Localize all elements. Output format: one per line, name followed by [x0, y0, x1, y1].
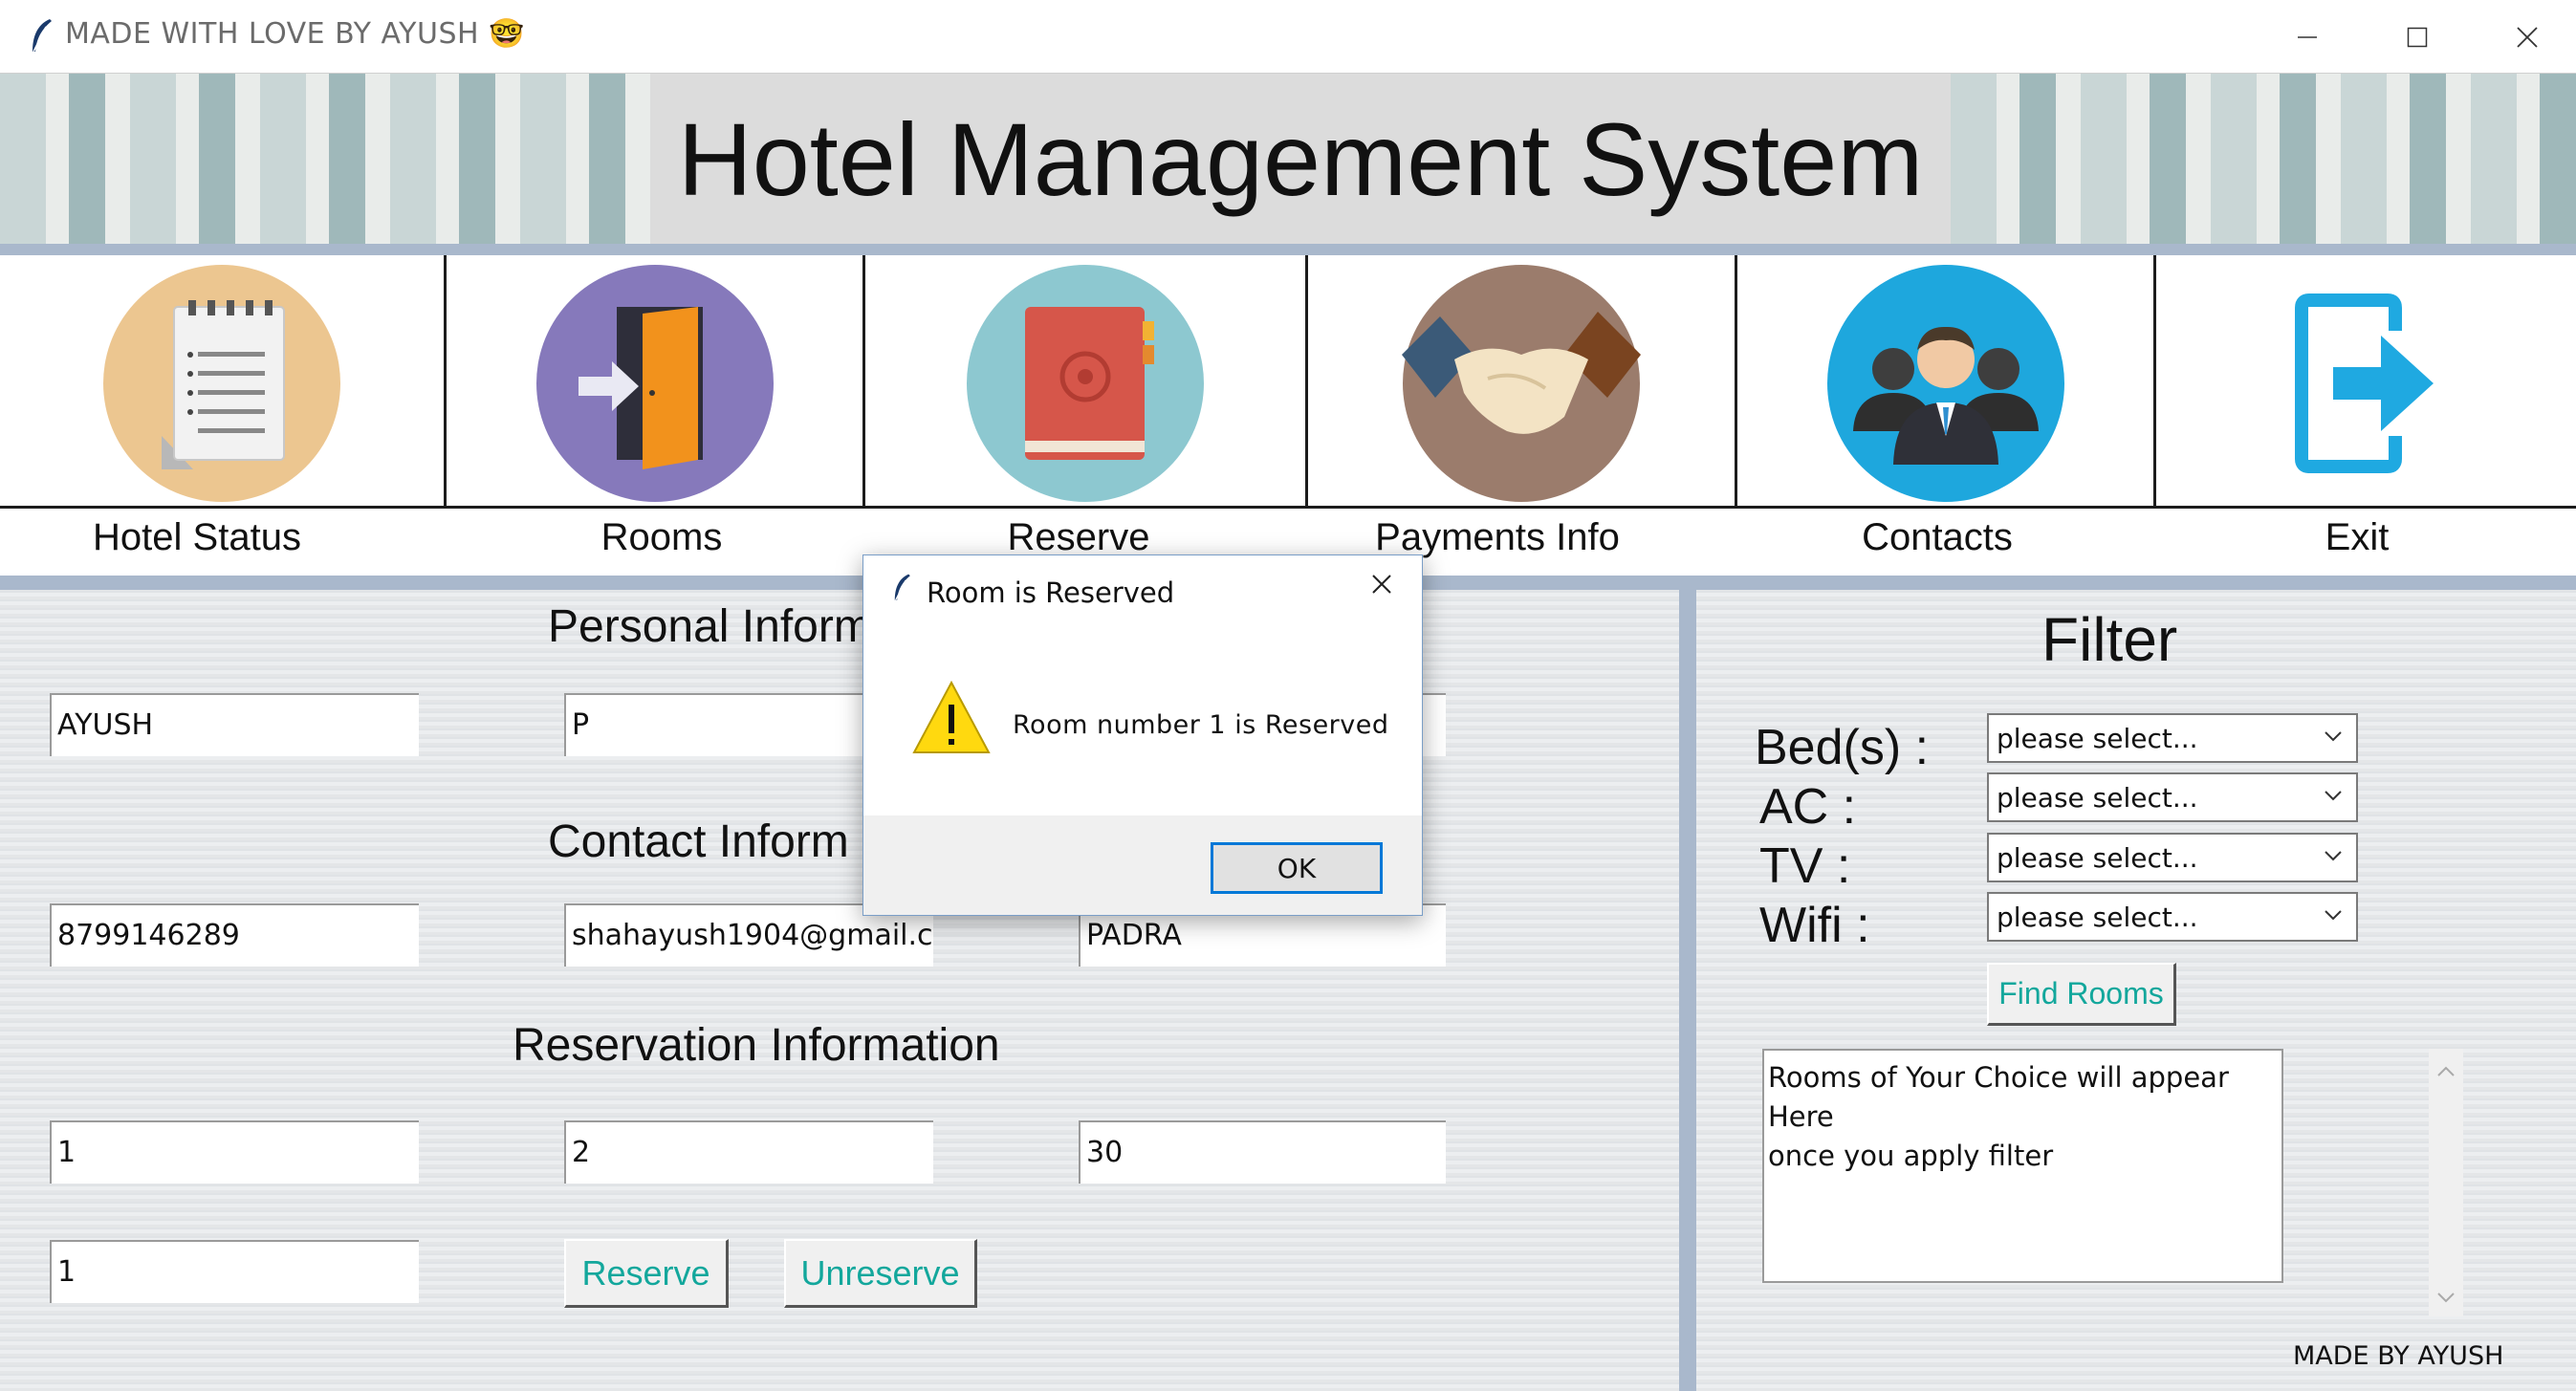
- panel-separator: [1679, 590, 1696, 1391]
- reserve-button[interactable]: Reserve: [564, 1239, 729, 1308]
- maximize-button[interactable]: [2362, 0, 2472, 74]
- exit-icon: [2294, 293, 2434, 473]
- notepad-icon: [103, 265, 340, 502]
- nav-contacts[interactable]: [1737, 255, 2156, 511]
- minimize-button[interactable]: [2252, 0, 2362, 74]
- wifi-select[interactable]: please select...: [1987, 892, 2358, 942]
- close-icon[interactable]: [1370, 573, 1393, 596]
- scroll-up-icon: [2437, 1066, 2455, 1076]
- handshake-icon: [1402, 265, 1641, 502]
- feather-icon: [33, 19, 52, 53]
- beds-label: Bed(s) :: [1755, 720, 1930, 775]
- nav-reserve[interactable]: [865, 255, 1308, 511]
- chevron-down-icon: [2325, 910, 2342, 921]
- ok-button[interactable]: OK: [1211, 842, 1383, 894]
- reservation-field-2[interactable]: 2: [564, 1120, 933, 1184]
- beds-select-value: please select...: [1997, 723, 2198, 754]
- chevron-down-icon: [2325, 731, 2342, 742]
- reservation-heading: Reservation Information: [513, 1020, 1000, 1071]
- book-icon: [967, 265, 1204, 502]
- reserved-dialog: Room is Reserved Room number 1 is Reserv…: [862, 554, 1423, 916]
- chevron-down-icon: [2325, 851, 2342, 861]
- nav-label-hotel-status[interactable]: Hotel Status: [0, 516, 394, 559]
- divider-band: [0, 244, 2576, 255]
- tv-label: TV :: [1759, 838, 1851, 894]
- ac-select[interactable]: please select...: [1987, 772, 2358, 822]
- wifi-select-value: please select...: [1997, 902, 2198, 933]
- nav-exit[interactable]: [2156, 255, 2576, 511]
- contact-heading: Contact Inform: [548, 816, 849, 867]
- room-number-field[interactable]: 1: [50, 1240, 419, 1303]
- nav-bar: [0, 255, 2576, 511]
- nav-rooms[interactable]: [447, 255, 865, 511]
- results-scrollbar[interactable]: [2429, 1049, 2463, 1316]
- window-title: MADE WITH LOVE BY AYUSH 🤓: [65, 17, 525, 51]
- personal-heading: Personal Inform: [548, 601, 872, 652]
- feather-icon: [894, 574, 910, 601]
- ac-select-value: please select...: [1997, 782, 2198, 814]
- dialog-title: Room is Reserved: [927, 576, 1175, 609]
- banner-title-box: Hotel Management System: [650, 74, 1951, 244]
- nav-hotel-status[interactable]: [0, 255, 447, 511]
- close-button[interactable]: [2472, 0, 2576, 74]
- minimize-icon: [2297, 35, 2317, 38]
- reservation-field-3[interactable]: 30: [1079, 1120, 1446, 1184]
- beds-select[interactable]: please select...: [1987, 713, 2358, 763]
- warning-icon: [912, 680, 991, 753]
- unreserve-button[interactable]: Unreserve: [784, 1239, 977, 1308]
- results-textbox[interactable]: Rooms of Your Choice will appear Here on…: [1762, 1049, 2283, 1283]
- results-line-2: once you apply filter: [1768, 1140, 2054, 1172]
- nav-payments[interactable]: [1308, 255, 1737, 511]
- maximize-icon: [2407, 27, 2427, 47]
- nav-label-rooms[interactable]: Rooms: [447, 516, 877, 559]
- first-name-field[interactable]: AYUSH: [50, 693, 419, 756]
- close-icon: [2516, 26, 2538, 48]
- banner: Hotel Management System: [0, 74, 2576, 244]
- nav-label-contacts[interactable]: Contacts: [1737, 516, 2137, 559]
- reservation-field-1[interactable]: 1: [50, 1120, 419, 1184]
- tv-select-value: please select...: [1997, 842, 2198, 874]
- app-title: Hotel Management System: [677, 100, 1924, 217]
- chevron-down-icon: [2325, 791, 2342, 801]
- nav-label-payments[interactable]: Payments Info: [1308, 516, 1687, 559]
- ac-label: AC :: [1759, 779, 1857, 835]
- results-line-1: Rooms of Your Choice will appear Here: [1768, 1061, 2229, 1133]
- nav-label-reserve[interactable]: Reserve: [865, 516, 1292, 559]
- nav-label-exit[interactable]: Exit: [2156, 516, 2558, 559]
- filter-title: Filter: [2041, 605, 2178, 674]
- tv-select[interactable]: please select...: [1987, 833, 2358, 882]
- window-titlebar: MADE WITH LOVE BY AYUSH 🤓: [0, 0, 2576, 74]
- find-rooms-button[interactable]: Find Rooms: [1987, 963, 2176, 1026]
- people-icon: [1826, 265, 2064, 502]
- wifi-label: Wifi :: [1759, 898, 1870, 953]
- scroll-down-icon: [2437, 1293, 2455, 1303]
- dialog-message: Room number 1 is Reserved: [1013, 710, 1389, 740]
- phone-field[interactable]: 8799146289: [50, 903, 419, 967]
- door-icon: [535, 265, 774, 502]
- footer-credit: MADE BY AYUSH: [2293, 1341, 2504, 1371]
